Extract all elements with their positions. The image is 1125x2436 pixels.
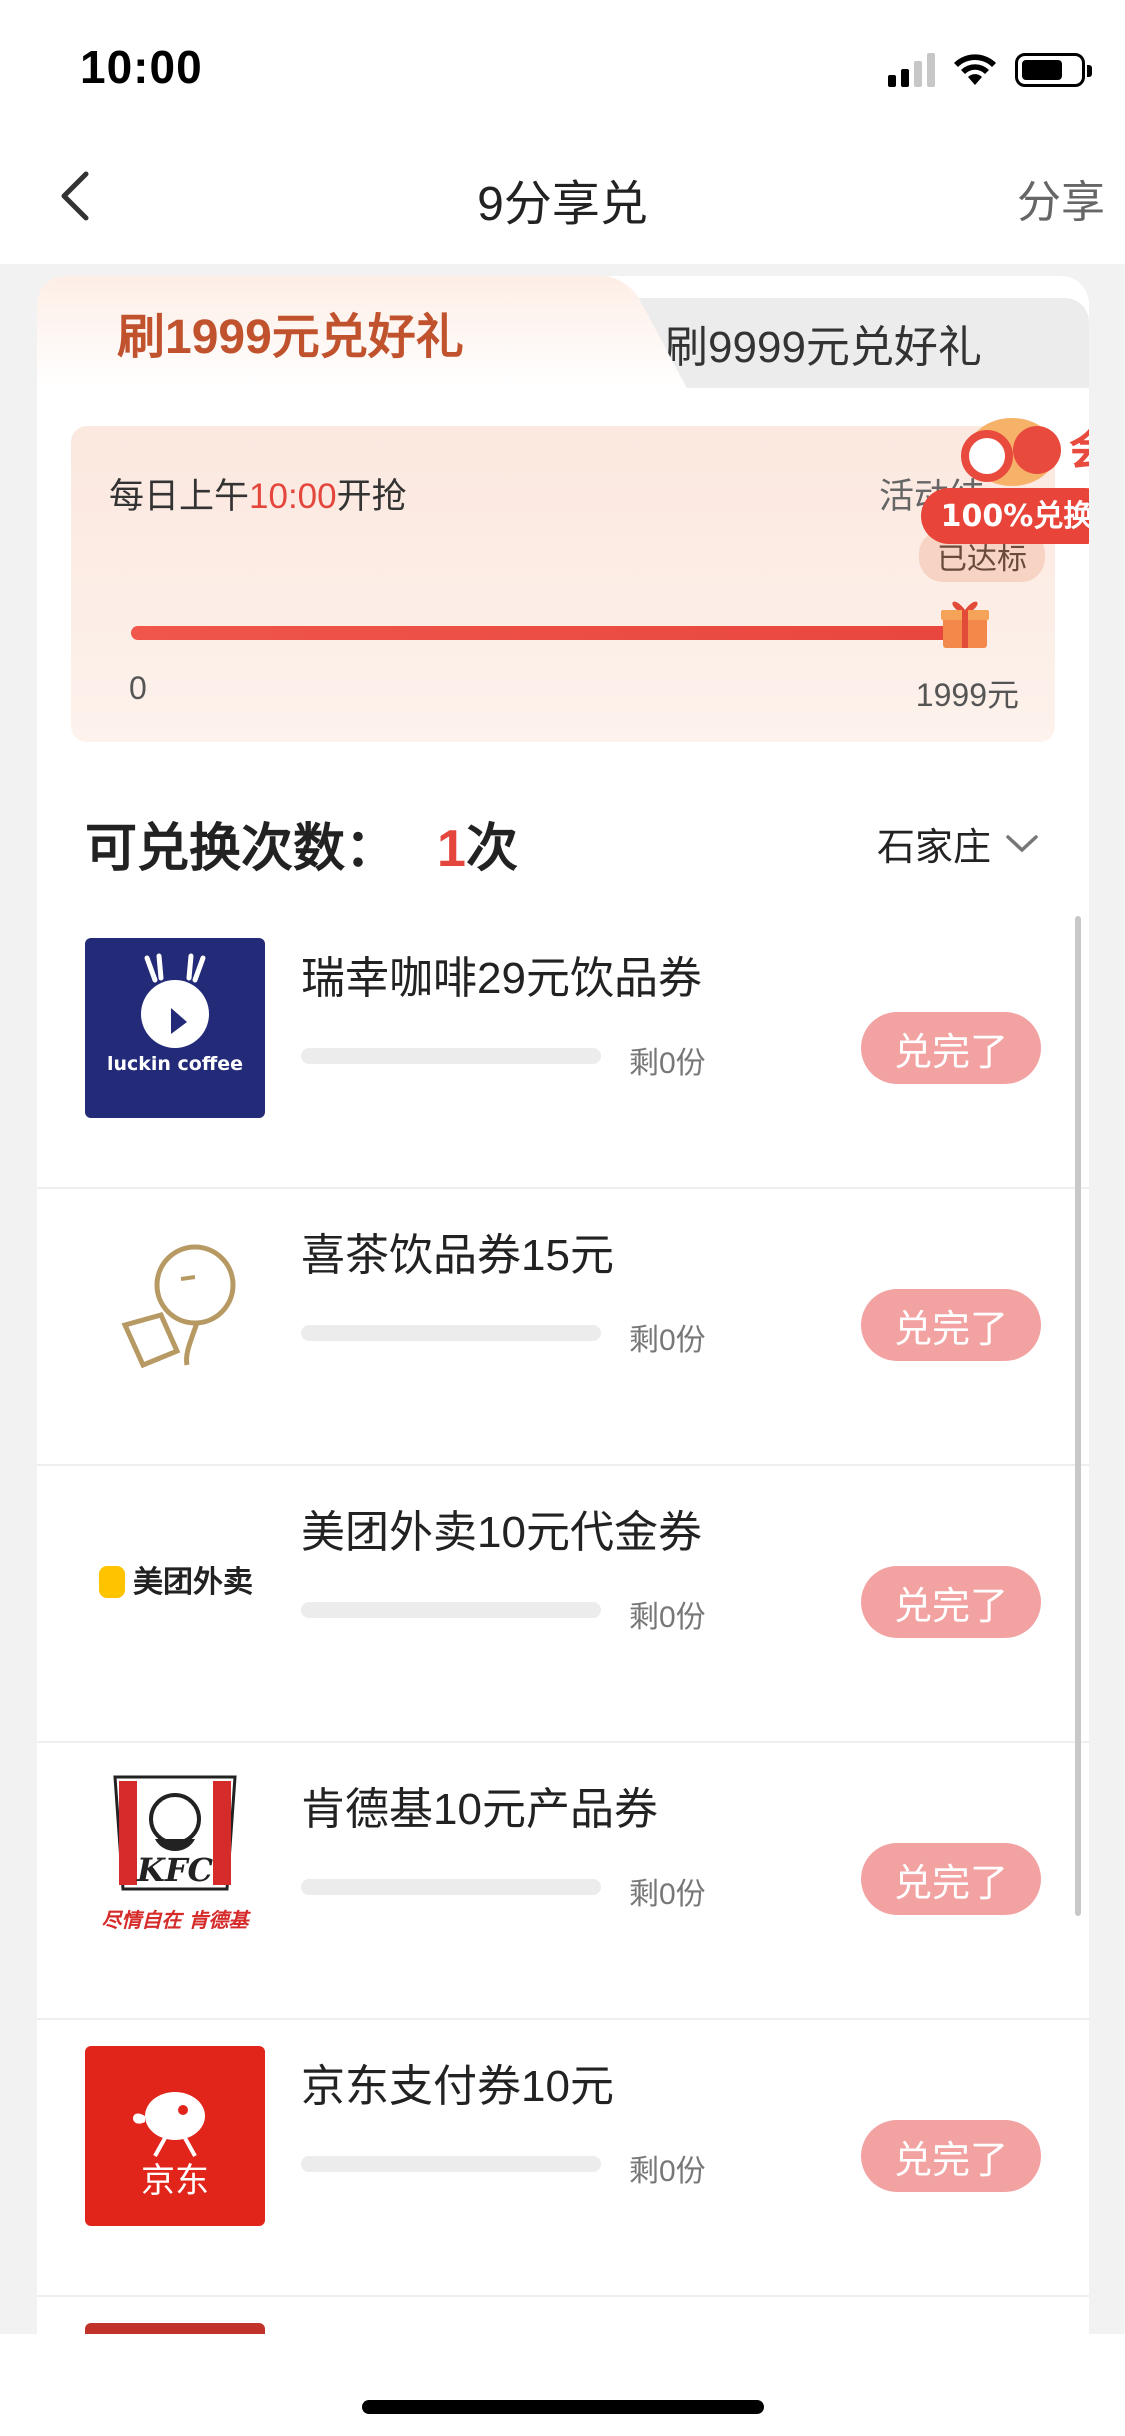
item-title: 瑞幸咖啡29元饮品券 [301, 954, 702, 1003]
home-area [0, 2334, 1125, 2436]
list-item: 美团外卖 美团外卖10元代金券 剩0份 兑完了 [37, 1466, 1089, 1743]
stock-bar [301, 2156, 601, 2172]
remain-text: 剩0份 [629, 1047, 706, 1080]
remain-text: 剩0份 [629, 1324, 706, 1357]
heytea-logo [85, 1215, 265, 1395]
item-title: 京东支付券10元 [301, 2062, 614, 2111]
coupon-list: luckin coffee 瑞幸咖啡29元饮品券 剩0份 兑完了 喜茶饮品券15… [37, 912, 1089, 2403]
stock-bar [301, 1048, 601, 1064]
redeem-button[interactable]: 兑完了 [861, 2120, 1041, 2192]
status-time: 10:00 [80, 41, 203, 93]
redeem-button[interactable]: 兑完了 [861, 1566, 1041, 1638]
remain-text: 剩0份 [629, 1601, 706, 1634]
promo-badge-glyph: 会 [1069, 424, 1089, 475]
svg-text:美团外卖: 美团外卖 [133, 1565, 253, 1600]
tab-bar: 刷9999元兑好礼 刷1999元兑好礼 [37, 276, 1089, 388]
svg-text:京东: 京东 [141, 2161, 209, 2201]
main-card: 刷9999元兑好礼 刷1999元兑好礼 每日上午10:00开抢 活动结 已达标 … [37, 276, 1089, 2436]
cellular-signal-icon [888, 53, 935, 87]
tab-1999-label: 刷1999元兑好礼 [117, 311, 464, 364]
city-selector[interactable]: 石家庄 [877, 816, 1039, 871]
list-item: 京东 京东支付券10元 剩0份 兑完了 [37, 2020, 1089, 2297]
share-button[interactable]: 分享 [1017, 166, 1105, 230]
redeem-button[interactable]: 兑完了 [861, 1843, 1041, 1915]
scale-max-label: 1999元 [915, 677, 1019, 713]
redeem-count: 可兑换次数： 1次 [85, 820, 518, 878]
stock-bar [301, 1879, 601, 1895]
remain-text: 剩0份 [629, 1878, 706, 1911]
kfc-logo: KFC 尽情自在 肯德基 [85, 1769, 265, 1949]
home-indicator[interactable] [362, 2400, 764, 2414]
stock-bar [301, 1325, 601, 1341]
nav-bar: 9分享兑 分享 [0, 132, 1125, 264]
page-title: 9分享兑 [477, 178, 648, 231]
progress-fill [131, 626, 971, 640]
svg-text:KFC: KFC [136, 1851, 214, 1889]
item-title: 喜茶饮品券15元 [301, 1231, 614, 1280]
remain-text: 剩0份 [629, 2155, 706, 2188]
daily-time: 10:00 [249, 477, 337, 516]
battery-icon [1015, 53, 1092, 87]
redeem-button[interactable]: 兑完了 [861, 1289, 1041, 1361]
status-icons [888, 50, 1092, 90]
wifi-icon [954, 54, 996, 85]
luckin-logo: luckin coffee [85, 938, 265, 1118]
item-title: 肯德基10元产品券 [301, 1785, 658, 1834]
progress-track [131, 626, 971, 640]
city-label: 石家庄 [876, 827, 991, 869]
jd-logo: 京东 [85, 2046, 265, 2226]
list-item: luckin coffee 瑞幸咖啡29元饮品券 剩0份 兑完了 [37, 912, 1089, 1189]
scrollbar[interactable] [1075, 916, 1081, 1916]
progress-panel: 每日上午10:00开抢 活动结 已达标 0 1999元 [71, 426, 1055, 742]
item-title: 美团外卖10元代金券 [301, 1508, 702, 1557]
meituan-logo: 美团外卖 [85, 1492, 265, 1672]
stock-bar [301, 1602, 601, 1618]
scale-min-label: 0 [129, 670, 147, 706]
svg-text:luckin coffee: luckin coffee [107, 1053, 243, 1075]
gift-icon [941, 601, 989, 648]
list-item: 喜茶饮品券15元 剩0份 兑完了 [37, 1189, 1089, 1466]
promo-badge-text: 100%兑换 [941, 499, 1089, 534]
status-bar: 10:00 [0, 0, 1125, 132]
redeem-button[interactable]: 兑完了 [861, 1012, 1041, 1084]
list-item: KFC 尽情自在 肯德基 肯德基10元产品券 剩0份 兑完了 [37, 1743, 1089, 2020]
daily-start-text: 每日上午10:00开抢 [109, 477, 407, 516]
svg-text:尽情自在 肯德基: 尽情自在 肯德基 [102, 1908, 252, 1932]
promo-badge[interactable]: 会 100%兑换 [917, 412, 1089, 552]
redeem-count-number: 1 [437, 820, 466, 878]
tab-1999[interactable]: 刷1999元兑好礼 [37, 276, 597, 388]
chevron-down-icon [1006, 834, 1038, 852]
